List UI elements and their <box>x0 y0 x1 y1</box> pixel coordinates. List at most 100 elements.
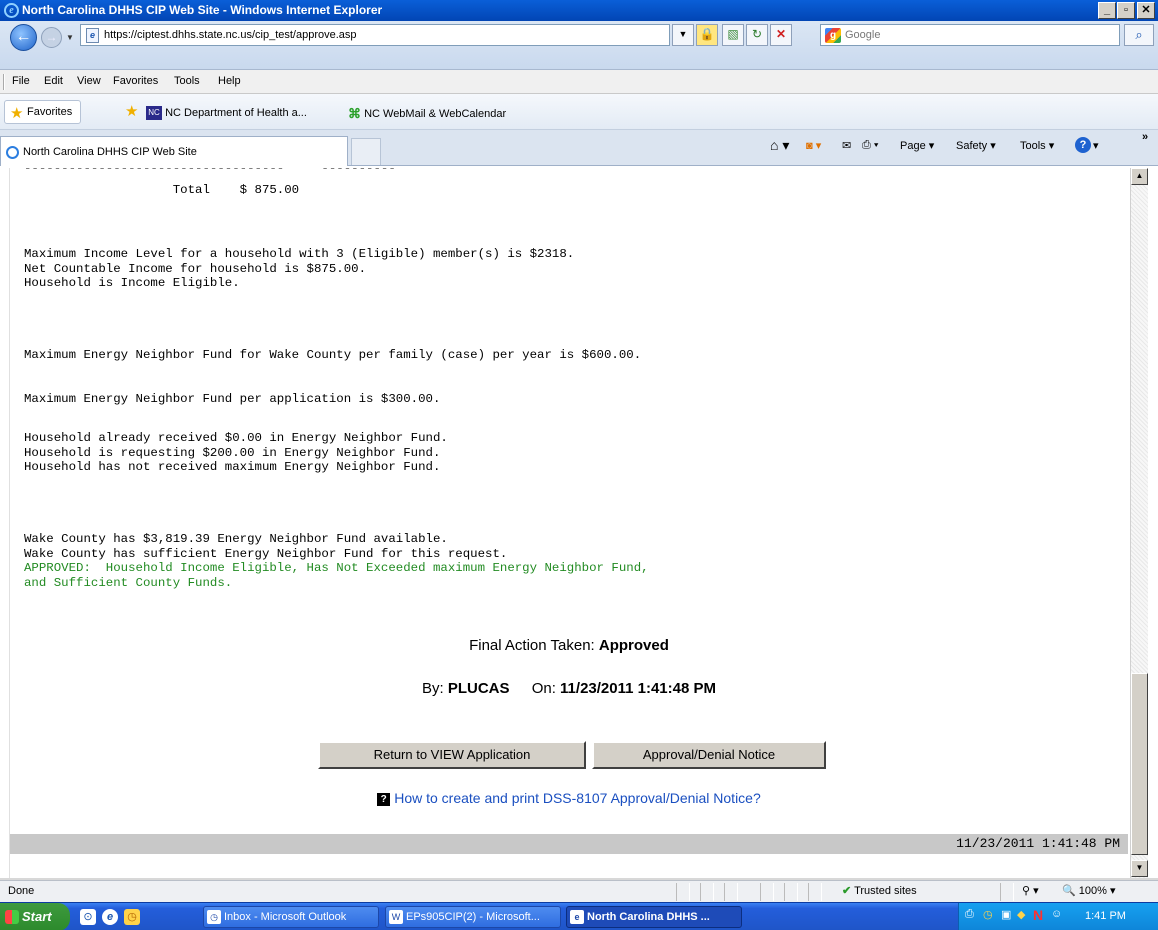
taskbar-ie-active[interactable]: e North Carolina DHHS ... <box>566 906 742 928</box>
tools-menu[interactable]: Tools ▾ <box>1020 139 1054 152</box>
help-link[interactable]: How to create and print DSS-8107 Approva… <box>394 790 761 806</box>
status-text: Done <box>8 885 35 897</box>
energy-max-application-text: Maximum Energy Neighbor Fund per applica… <box>24 392 441 406</box>
stop-icon[interactable]: ✕ <box>770 24 792 46</box>
taskbar-outlook[interactable]: ◷ Inbox - Microsoft Outlook <box>203 906 379 928</box>
minimize-button[interactable]: _ <box>1098 2 1116 19</box>
address-dropdown-button[interactable]: ▼ <box>672 24 694 46</box>
final-action-value: Approved <box>598 637 669 654</box>
taskbar-clock: 1:41 PM <box>1085 910 1126 922</box>
start-button[interactable]: Start <box>0 903 70 930</box>
windows-taskbar: Start ⊙ e ◷ ◷ Inbox - Microsoft Outlook W… <box>0 902 1158 930</box>
favorite-link-nc-dhhs[interactable]: NC NC Department of Health a... <box>146 106 307 120</box>
refresh-icon[interactable]: ↻ <box>746 24 768 46</box>
windows-flag-icon <box>5 910 19 924</box>
feeds-icon[interactable]: ◙ ▾ <box>806 139 821 152</box>
status-pane <box>760 883 774 901</box>
approval-denial-notice-button[interactable]: Approval/Denial Notice <box>592 741 826 769</box>
title-bar: e North Carolina DHHS CIP Web Site - Win… <box>0 0 1158 21</box>
by-label: By: <box>421 680 444 697</box>
tray-printer-icon[interactable]: ⎙ <box>965 908 974 921</box>
by-value: PLUCAS <box>447 680 510 697</box>
menu-bar: File Edit View Favorites Tools Help <box>0 70 1158 94</box>
quicklaunch-ie-icon[interactable]: e <box>102 909 118 925</box>
menu-favorites[interactable]: Favorites <box>113 75 158 87</box>
help-dropdown-icon[interactable]: ▾ <box>1093 139 1099 152</box>
status-pane <box>784 883 798 901</box>
address-url[interactable]: https://ciptest.dhhs.state.nc.us/cip_tes… <box>104 29 357 41</box>
tray-network-icon[interactable]: ▣ <box>1001 908 1011 921</box>
star-icon: ★ <box>10 105 24 122</box>
webmail-icon: ⌘ <box>348 106 361 121</box>
approved-status-text: APPROVED: Household Income Eligible, Has… <box>24 561 649 590</box>
maximize-button[interactable]: ▫ <box>1117 2 1135 19</box>
toolbar-grip <box>3 74 5 90</box>
total-line: Total $ 875.00 <box>24 183 300 197</box>
footer-timestamp: 11/23/2011 1:41:48 PM <box>10 834 1128 854</box>
close-button[interactable]: ✕ <box>1137 2 1155 19</box>
search-button[interactable]: ⌕ <box>1124 24 1154 46</box>
protected-mode-icon[interactable]: ⚲ ▾ <box>1022 884 1039 897</box>
tray-clock-icon[interactable]: ◷ <box>983 908 993 921</box>
compatibility-icon[interactable]: ▧ <box>722 24 744 46</box>
browser-window: e North Carolina DHHS CIP Web Site - Win… <box>0 0 1158 930</box>
final-action-label: Final Action Taken: <box>469 637 595 654</box>
recent-pages-dropdown[interactable]: ▼ <box>66 33 74 42</box>
tab-bar: North Carolina DHHS CIP Web Site ⌂ ▾ ◙ ▾… <box>0 130 1158 166</box>
tray-diamond-icon[interactable]: ◆ <box>1017 908 1025 921</box>
favorite-link-webmail[interactable]: ⌘ NC WebMail & WebCalendar <box>348 106 506 122</box>
taskbar-word[interactable]: W EPs905CIP(2) - Microsoft... <box>385 906 561 928</box>
forward-button[interactable]: → <box>41 27 62 48</box>
home-icon[interactable]: ⌂ ▾ <box>770 137 789 154</box>
tab-label: North Carolina DHHS CIP Web Site <box>23 146 197 158</box>
google-icon: g <box>825 28 841 43</box>
lock-icon[interactable]: 🔒 <box>696 24 718 46</box>
ie-tab-icon <box>6 146 19 159</box>
status-bar: Done ✔ Trusted sites ⚲ ▾ 🔍 100% ▾ <box>0 880 1158 902</box>
tray-user-icon[interactable]: ☺ <box>1051 908 1062 920</box>
scroll-down-icon[interactable]: ▼ <box>1131 860 1148 877</box>
page-icon: e <box>86 28 99 43</box>
scroll-thumb[interactable] <box>1131 673 1148 855</box>
status-pane <box>808 883 822 901</box>
final-action: Final Action Taken: Approved <box>10 637 1128 654</box>
return-to-view-application-button[interactable]: Return to VIEW Application <box>318 741 586 769</box>
household-fund-text: Household already received $0.00 in Ener… <box>24 431 448 475</box>
scroll-up-icon[interactable]: ▲ <box>1131 168 1148 185</box>
tab-north-carolina-dhhs[interactable]: North Carolina DHHS CIP Web Site <box>0 136 348 166</box>
nc-dhhs-icon: NC <box>146 106 162 120</box>
favorites-bar: ★ Favorites ★ NC NC Department of Health… <box>0 94 1158 130</box>
tray-norton-icon[interactable]: N <box>1033 907 1043 923</box>
favorites-button[interactable]: ★ Favorites <box>4 100 82 124</box>
menu-help[interactable]: Help <box>218 75 241 87</box>
safety-menu[interactable]: Safety ▾ <box>956 139 996 152</box>
action-by-line: By: PLUCAS On: 11/23/2011 1:41:48 PM <box>10 680 1128 697</box>
print-icon[interactable]: ⎙ ▾ <box>862 139 878 152</box>
county-fund-text: Wake County has $3,819.39 Energy Neighbo… <box>24 532 508 561</box>
address-bar[interactable]: e https://ciptest.dhhs.state.nc.us/cip_t… <box>80 24 670 46</box>
security-zone[interactable]: ✔ Trusted sites <box>842 884 917 897</box>
quicklaunch-desktop-icon[interactable]: ⊙ <box>80 909 96 925</box>
outlook-icon: ◷ <box>207 910 221 924</box>
ie-taskbar-icon: e <box>570 910 584 924</box>
back-button[interactable]: ← <box>10 24 37 51</box>
quicklaunch-clock-icon[interactable]: ◷ <box>124 909 140 925</box>
energy-max-family-text: Maximum Energy Neighbor Fund for Wake Co… <box>24 348 642 362</box>
status-pane <box>1000 883 1014 901</box>
menu-edit[interactable]: Edit <box>44 75 63 87</box>
help-icon[interactable]: ? <box>1075 137 1091 153</box>
menu-view[interactable]: View <box>77 75 101 87</box>
search-box[interactable]: g Google <box>820 24 1120 46</box>
window-title: North Carolina DHHS CIP Web Site - Windo… <box>22 3 383 17</box>
new-tab-button[interactable] <box>351 138 381 165</box>
add-favorite-icon[interactable]: ★ <box>125 102 138 120</box>
menu-file[interactable]: File <box>12 75 30 87</box>
chevron-more-icon[interactable]: » <box>1142 131 1148 143</box>
vertical-scrollbar[interactable]: ▲ ▼ <box>1130 168 1148 878</box>
help-link-row: ? How to create and print DSS-8107 Approv… <box>10 790 1128 806</box>
page-menu[interactable]: Page ▾ <box>900 139 934 152</box>
mail-icon[interactable]: ✉ <box>842 139 851 152</box>
menu-tools[interactable]: Tools <box>174 75 200 87</box>
status-pane <box>700 883 714 901</box>
zoom-control[interactable]: 🔍 100% ▾ <box>1062 884 1115 897</box>
